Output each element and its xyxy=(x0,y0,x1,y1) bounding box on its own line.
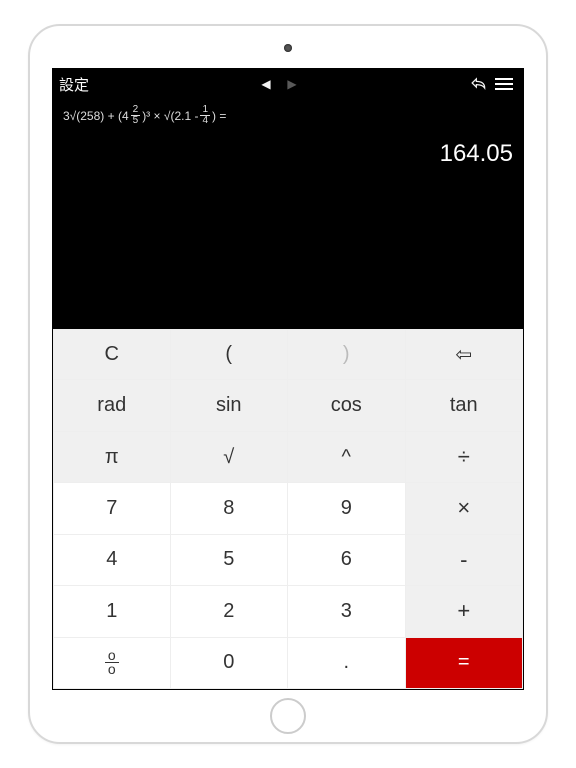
fraction-key[interactable]: oo xyxy=(53,638,171,689)
open-paren-key[interactable]: ( xyxy=(171,329,289,380)
pi-key[interactable]: π xyxy=(53,432,171,483)
history-prev-icon[interactable]: ◀ xyxy=(253,77,279,91)
digit-2-key[interactable]: 2 xyxy=(171,586,289,637)
keypad: C ( ) ⇦ rad sin cos tan π √ ^ ÷ 7 8 9 xyxy=(53,329,523,689)
top-toolbar: 設定 ◀ ▶ xyxy=(53,69,523,99)
equals-key[interactable]: = xyxy=(406,638,524,689)
digit-4-key[interactable]: 4 xyxy=(53,535,171,586)
power-key[interactable]: ^ xyxy=(288,432,406,483)
camera-dot xyxy=(284,44,292,52)
decimal-key[interactable]: . xyxy=(288,638,406,689)
rad-key[interactable]: rad xyxy=(53,380,171,431)
undo-icon[interactable] xyxy=(465,76,491,93)
close-paren-key[interactable]: ) xyxy=(288,329,406,380)
digit-8-key[interactable]: 8 xyxy=(171,483,289,534)
history-next-icon[interactable]: ▶ xyxy=(279,77,305,91)
ipad-frame: 設定 ◀ ▶ 3√(258) + (4 25 )³ × √(2.1 - 14 )… xyxy=(28,24,548,744)
tan-key[interactable]: tan xyxy=(406,380,524,431)
multiply-key[interactable]: × xyxy=(406,483,524,534)
sin-key[interactable]: sin xyxy=(171,380,289,431)
digit-7-key[interactable]: 7 xyxy=(53,483,171,534)
add-key[interactable]: + xyxy=(406,586,524,637)
screen: 設定 ◀ ▶ 3√(258) + (4 25 )³ × √(2.1 - 14 )… xyxy=(52,68,524,690)
digit-9-key[interactable]: 9 xyxy=(288,483,406,534)
result-value: 164.05 xyxy=(63,140,513,168)
expression-text: 3√(258) + (4 25 )³ × √(2.1 - 14 ) = xyxy=(63,105,513,126)
subtract-key[interactable]: - xyxy=(406,535,524,586)
clear-key[interactable]: C xyxy=(53,329,171,380)
digit-5-key[interactable]: 5 xyxy=(171,535,289,586)
digit-1-key[interactable]: 1 xyxy=(53,586,171,637)
home-button[interactable] xyxy=(270,698,306,734)
divide-key[interactable]: ÷ xyxy=(406,432,524,483)
digit-0-key[interactable]: 0 xyxy=(171,638,289,689)
digit-3-key[interactable]: 3 xyxy=(288,586,406,637)
digit-6-key[interactable]: 6 xyxy=(288,535,406,586)
settings-button[interactable]: 設定 xyxy=(59,74,89,95)
cos-key[interactable]: cos xyxy=(288,380,406,431)
backspace-key[interactable]: ⇦ xyxy=(406,329,524,380)
menu-icon[interactable] xyxy=(491,78,517,90)
display-area: 3√(258) + (4 25 )³ × √(2.1 - 14 ) = 164.… xyxy=(53,99,523,329)
sqrt-key[interactable]: √ xyxy=(171,432,289,483)
